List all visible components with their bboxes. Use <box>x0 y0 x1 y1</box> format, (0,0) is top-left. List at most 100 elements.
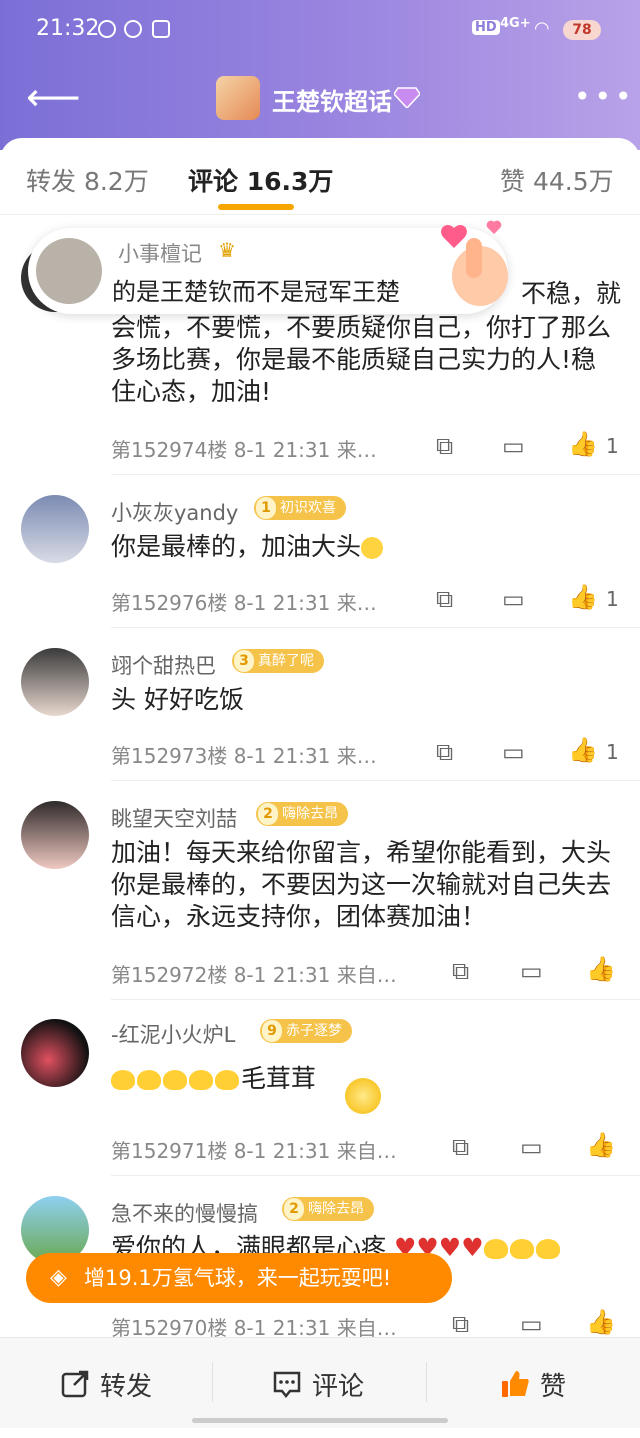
avatar[interactable] <box>21 648 89 716</box>
avatar[interactable] <box>21 801 89 869</box>
fan-badge: 2 嗨除去昂 <box>256 802 348 826</box>
avatar[interactable] <box>21 495 89 563</box>
gallery-icon <box>152 20 170 38</box>
comment-button[interactable]: 评论 <box>272 1366 364 1403</box>
divider <box>111 1175 640 1176</box>
reply-icon[interactable]: ▭ <box>520 1133 543 1161</box>
badge-level: 2 <box>284 1198 304 1220</box>
comment-text: 加油！每天来给你留言，希望你能看到，大头你是最棒的，不要因为这一次输就对自己失去… <box>111 838 612 931</box>
banner-text: 增19.1万氢气球，来一起玩耍吧! <box>84 1266 392 1290</box>
fan-badge: 1 初识欢喜 <box>254 496 346 520</box>
reply-icon[interactable]: ▭ <box>502 432 525 460</box>
divider <box>111 474 640 475</box>
repost-button[interactable]: 转发 <box>60 1366 152 1403</box>
reply-icon[interactable]: ▭ <box>520 1310 543 1338</box>
like-icon[interactable]: 👍 <box>586 955 616 983</box>
fan-badge: 3 真醉了呢 <box>232 649 324 673</box>
comment-meta: 第152974楼 8-1 21:31 来… <box>111 438 377 462</box>
repost-label: 转发 <box>100 1372 153 1402</box>
fan-badge: 2 嗨除去昂 <box>282 1197 374 1221</box>
like-icon[interactable]: 👍 <box>586 1308 616 1336</box>
like-icon[interactable]: 👍 <box>568 736 598 764</box>
emoji-icon <box>483 1239 508 1259</box>
badge-label: 初识欢喜 <box>280 500 336 516</box>
popup-username: 小事檀记 <box>118 242 202 266</box>
divider <box>212 1362 213 1402</box>
comment-meta: 第152971楼 8-1 21:31 来自… <box>111 1139 397 1163</box>
topic-avatar[interactable] <box>216 76 260 120</box>
comment-meta: 第152972楼 8-1 21:31 来自… <box>111 963 397 987</box>
share-icon[interactable]: ⧉ <box>452 1133 469 1161</box>
app-notification-icon <box>98 20 116 38</box>
tab-repost[interactable]: 转发 8.2万 <box>26 162 149 198</box>
divider <box>426 1362 427 1402</box>
avatar <box>36 238 102 304</box>
scared-emoji-icon <box>361 537 384 559</box>
topic-title[interactable]: 王楚钦超话 <box>272 82 392 117</box>
share-icon[interactable]: ⧉ <box>452 1310 469 1338</box>
badge-label: 嗨除去昂 <box>282 806 338 822</box>
tab-likes[interactable]: 赞 44.5万 <box>500 162 614 198</box>
comment-text-content: 你是最棒的，加油大头 <box>111 532 362 561</box>
tab-comments[interactable]: 评论 16.3万 <box>188 162 333 198</box>
crown-icon: ♛ <box>218 238 236 262</box>
like-label: 赞 <box>540 1372 567 1402</box>
like-count: 1 <box>606 434 619 458</box>
more-options-icon[interactable]: ••• <box>574 80 636 113</box>
emoji-icon <box>189 1070 213 1090</box>
emoji-icon <box>111 1070 135 1090</box>
emoji-icon <box>137 1070 161 1090</box>
back-arrow-icon[interactable]: ⟵ <box>26 78 80 116</box>
bottom-action-bar: 转发 评论 赞 <box>0 1337 640 1428</box>
username[interactable]: 眺望天空刘喆 <box>111 803 237 833</box>
reply-icon[interactable]: ▭ <box>502 585 525 613</box>
badge-level: 2 <box>258 803 278 825</box>
nav-bar: ⟵ 王楚钦超话 ••• <box>0 70 640 126</box>
hd-label: HD <box>472 20 500 35</box>
reply-icon[interactable]: ▭ <box>520 957 543 985</box>
badge-level: 3 <box>234 650 254 672</box>
badge-label: 真醉了呢 <box>258 653 314 669</box>
comment-text-content: 毛茸茸 <box>241 1064 317 1093</box>
share-icon[interactable]: ⧉ <box>436 738 453 766</box>
emoji-icon <box>163 1070 187 1090</box>
like-icon[interactable]: 👍 <box>568 583 598 611</box>
like-count: 1 <box>606 740 619 764</box>
comment-meta: 第152973楼 8-1 21:31 来… <box>111 744 377 768</box>
fan-badge: 9 赤子逐梦 <box>260 1019 352 1043</box>
popup-text: 的是王楚钦而不是冠军王楚 <box>112 278 400 306</box>
share-icon[interactable]: ⧉ <box>452 957 469 985</box>
home-indicator <box>192 1418 448 1423</box>
comment-text: 你是最棒的，加油大头 <box>111 531 621 563</box>
emoji-icon <box>535 1239 560 1259</box>
like-icon[interactable]: 👍 <box>568 430 598 458</box>
username[interactable]: 翊个甜热巴 <box>111 650 216 680</box>
tab-bar: 转发 8.2万 评论 16.3万 赞 44.5万 <box>0 138 640 215</box>
tab-active-indicator <box>218 204 294 210</box>
badge-level: 9 <box>262 1020 282 1042</box>
network-label: 4G+ <box>500 16 531 31</box>
share-icon[interactable]: ⧉ <box>436 585 453 613</box>
comment-icon <box>273 1371 301 1399</box>
avatar[interactable] <box>21 1019 89 1087</box>
reply-popup[interactable]: 小事檀记 ♛ 的是王楚钦而不是冠军王楚 <box>28 220 508 314</box>
username[interactable]: 急不来的慢慢搞 <box>111 1198 258 1228</box>
like-icon[interactable]: 👍 <box>586 1131 616 1159</box>
balloon-promo-banner[interactable]: ◈ 增19.1万氢气球，来一起玩耍吧! <box>26 1253 452 1303</box>
comment-text: 会慌，不要慌，不要质疑你自己，你打了那么多场比赛，你是最不能质疑自己实力的人!稳… <box>111 313 612 406</box>
username[interactable]: -红泥小火炉L <box>111 1019 235 1049</box>
like-count: 1 <box>606 587 619 611</box>
divider <box>111 999 640 1000</box>
weibo-icon <box>124 20 142 38</box>
heart-hand-icon <box>441 220 508 306</box>
share-icon[interactable]: ⧉ <box>436 432 453 460</box>
divider <box>111 627 640 628</box>
battery-indicator: 78 <box>563 20 601 40</box>
emoji-icon <box>509 1239 534 1259</box>
username[interactable]: 小灰灰yandy <box>111 497 238 527</box>
reply-icon[interactable]: ▭ <box>502 738 525 766</box>
comment-text: 头 好好吃饭 <box>111 685 244 714</box>
divider <box>111 780 640 781</box>
like-button[interactable]: 赞 <box>500 1366 566 1403</box>
badge-label: 赤子逐梦 <box>286 1023 342 1039</box>
